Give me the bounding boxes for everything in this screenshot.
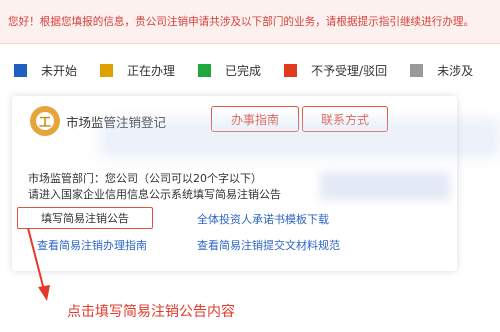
documents-spec-link[interactable]: 查看简易注销提交文材料规范 [197, 237, 340, 253]
swatch-orange-icon [100, 63, 114, 77]
legend-label: 未开始 [41, 63, 78, 78]
industry-commerce-icon: 工 [30, 106, 60, 136]
blur-overlay [320, 172, 450, 200]
notice-banner: 您好！根据您填报的信息，贵公司注销申请共涉及以下部门的业务，请根据提示指引继续进… [0, 0, 500, 44]
status-legend: 未开始 正在办理 已完成 不予受理/驳回 未涉及 [14, 62, 500, 78]
blur-overlay [100, 118, 500, 158]
legend-label: 不予受理/驳回 [311, 63, 388, 78]
legend-item-not-involved: 未涉及 [410, 62, 473, 79]
annotation-caption: 点击填写简易注销公告内容 [67, 304, 235, 320]
swatch-gray-icon [410, 63, 424, 77]
fill-simple-deregistration-notice-button[interactable]: 填写简易注销公告 [17, 207, 153, 229]
card-desc-line1: 市场监管部门：您公司（公司可以20个字以下） [28, 172, 262, 185]
legend-label: 正在办理 [127, 63, 176, 78]
process-guide-link[interactable]: 查看简易注销办理指南 [37, 237, 147, 253]
swatch-blue-icon [14, 63, 27, 77]
legend-label: 已完成 [225, 63, 262, 78]
legend-label: 未涉及 [437, 63, 474, 78]
legend-item-not-started: 未开始 [14, 62, 77, 79]
legend-item-rejected: 不予受理/驳回 [284, 62, 387, 79]
swatch-green-icon [198, 63, 212, 77]
notice-text: 您好！根据您填报的信息，贵公司注销申请共涉及以下部门的业务，请根据提示指引继续进… [8, 16, 475, 28]
commitment-template-download-link[interactable]: 全体投资人承诺书模板下载 [197, 211, 329, 227]
legend-item-in-progress: 正在办理 [100, 62, 175, 79]
card-desc-line2: 请进入国家企业信用信息公示系统填写简易注销公告 [28, 188, 281, 201]
legend-item-completed: 已完成 [198, 62, 261, 79]
swatch-red-icon [284, 63, 298, 77]
icon-glyph: 工 [36, 112, 54, 130]
